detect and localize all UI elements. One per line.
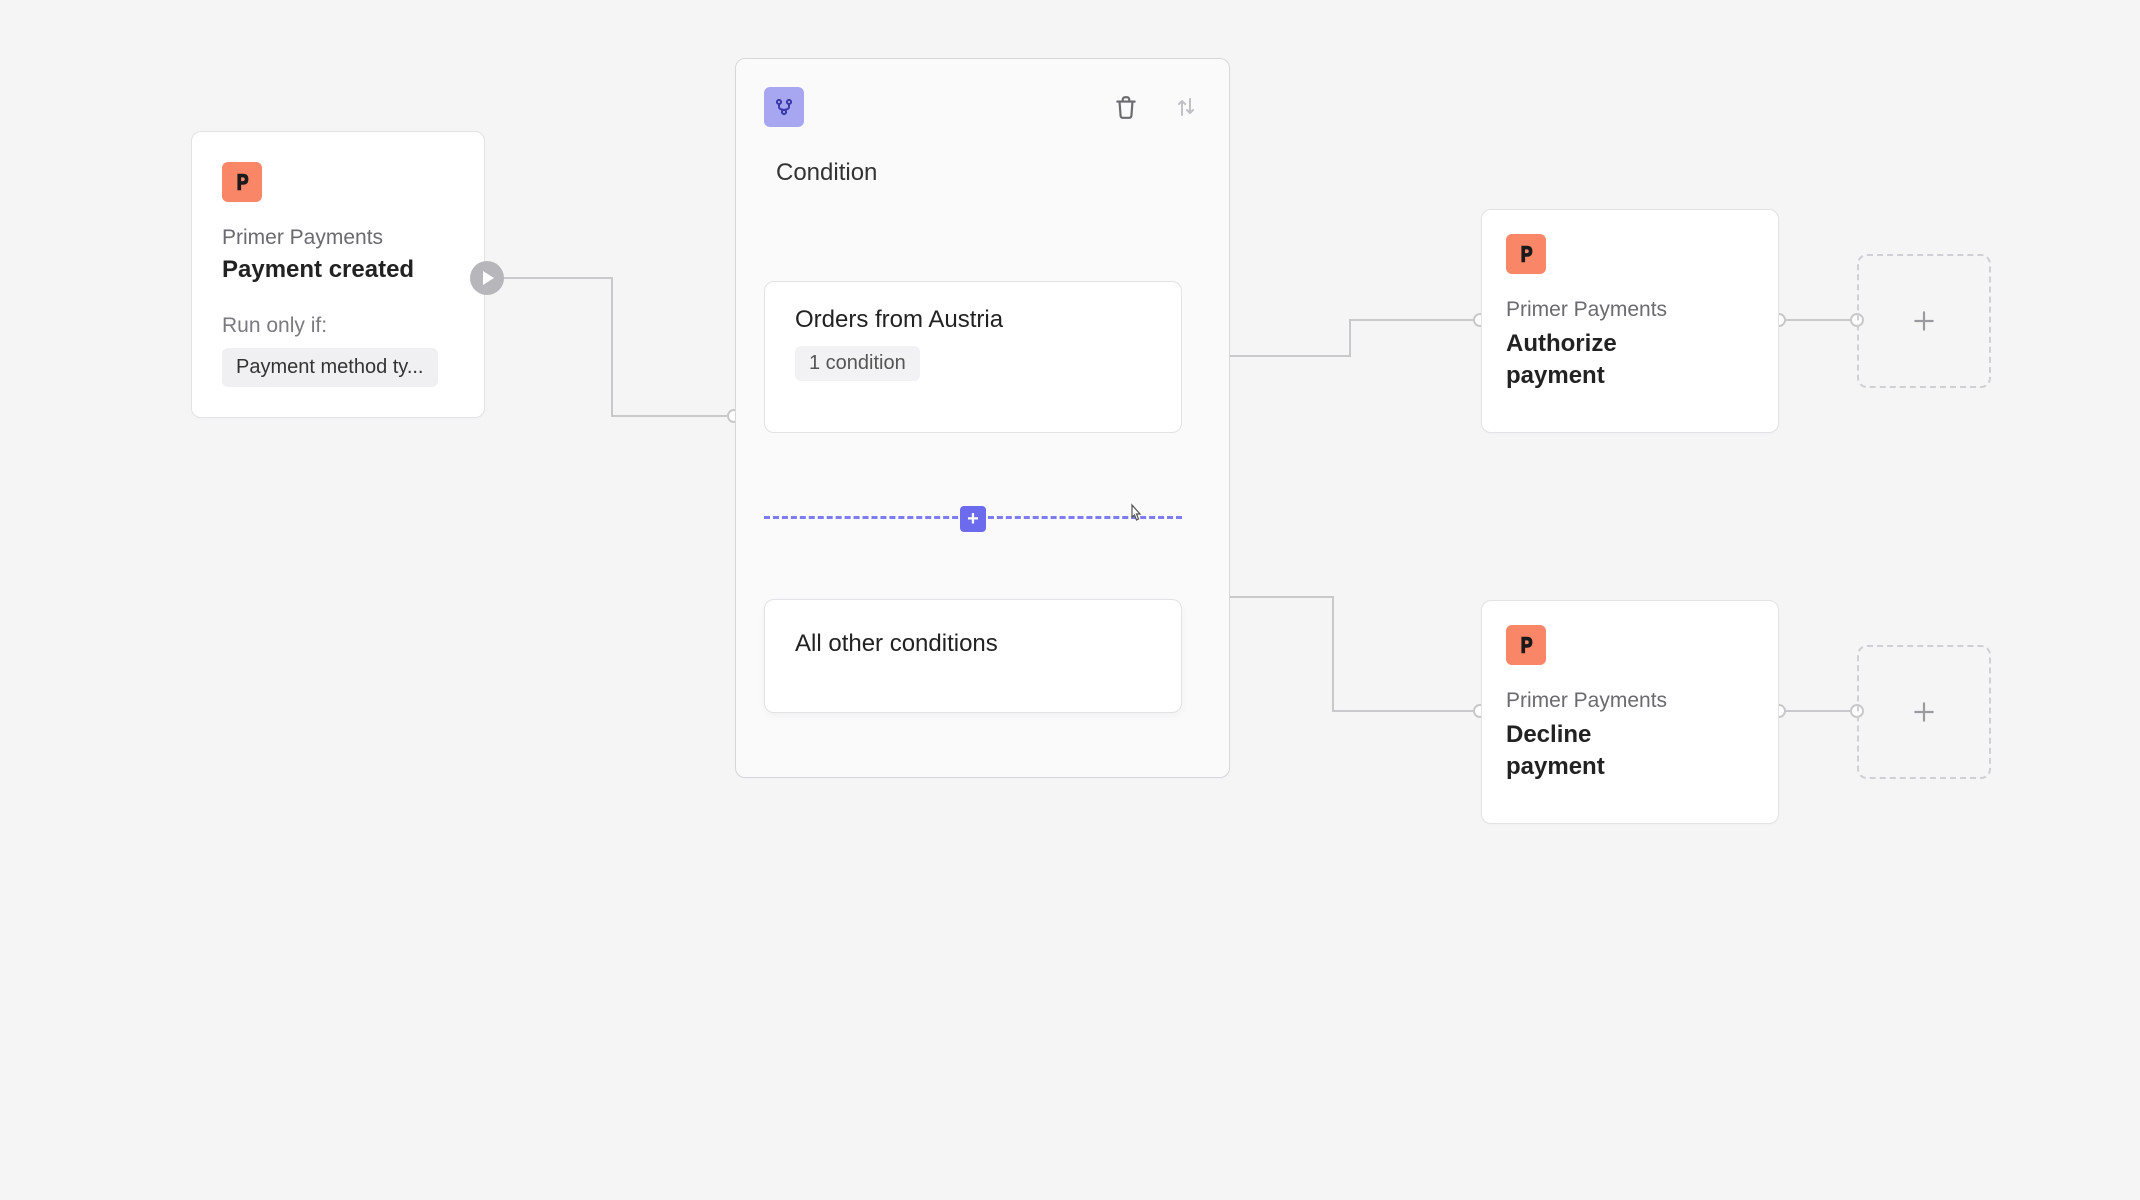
delete-button[interactable] [1111, 92, 1141, 122]
action-card-decline[interactable]: Primer Payments Decline payment [1481, 600, 1779, 824]
insert-branch-button[interactable]: + [960, 506, 986, 532]
trigger-provider: Primer Payments [222, 226, 454, 250]
workflow-canvas[interactable]: Primer Payments Payment created Run only… [0, 0, 2140, 1200]
action-provider: Primer Payments [1506, 689, 1754, 713]
action-card-authorize[interactable]: Primer Payments Authorize payment [1481, 209, 1779, 433]
action-provider: Primer Payments [1506, 298, 1754, 322]
add-step-button[interactable] [1857, 645, 1991, 779]
condition-node[interactable]: Condition Orders from Austria 1 conditio… [735, 58, 1230, 778]
trigger-card[interactable]: Primer Payments Payment created Run only… [191, 131, 485, 418]
branch-count: 1 condition [795, 346, 920, 381]
condition-branch[interactable]: Orders from Austria 1 condition [764, 281, 1182, 433]
branch-icon [764, 87, 804, 127]
branch-name: All other conditions [795, 630, 1151, 658]
primer-logo-icon [1506, 234, 1546, 274]
primer-logo-icon [222, 162, 262, 202]
insert-branch-row[interactable]: + [764, 516, 1182, 519]
condition-title: Condition [776, 159, 877, 187]
action-name: Decline payment [1506, 719, 1686, 784]
reorder-button[interactable] [1171, 92, 1201, 122]
run-if-chip[interactable]: Payment method ty... [222, 348, 438, 387]
trigger-event: Payment created [222, 256, 454, 284]
branch-name: Orders from Austria [795, 306, 1151, 334]
cursor-icon [1123, 503, 1147, 527]
run-if-label: Run only if: [222, 314, 454, 338]
trigger-output-handle[interactable] [470, 261, 504, 295]
add-step-button[interactable] [1857, 254, 1991, 388]
condition-branch-else[interactable]: All other conditions [764, 599, 1182, 713]
action-name: Authorize payment [1506, 328, 1686, 393]
primer-logo-icon [1506, 625, 1546, 665]
condition-header [764, 87, 1201, 127]
